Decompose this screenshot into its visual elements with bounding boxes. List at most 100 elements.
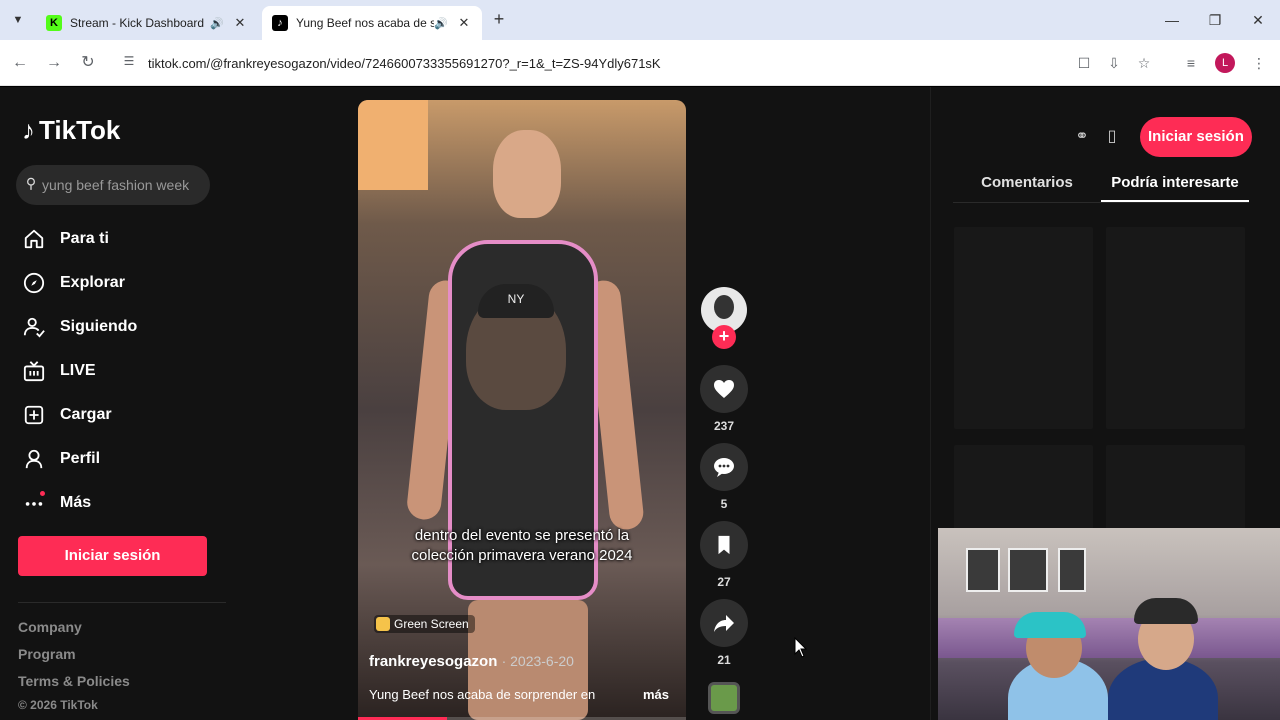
compass-small-icon[interactable]: ⚭ [1070,125,1094,149]
nav-item-mas[interactable]: Más [22,481,137,525]
search-box[interactable]: ⚲ [16,165,210,205]
close-tab-icon[interactable]: ✕ [232,15,248,31]
tiktok-icon: ♪ [272,15,288,31]
logo-text: TikTok [39,115,121,145]
nav-label: Cargar [60,406,112,423]
browser-toolbar: ← → ↻ ☰ tiktok.com/@frankreyesogazon/vid… [0,40,1280,86]
restore-icon[interactable]: ❐ [1205,10,1225,30]
nav-item-siguiendo[interactable]: Siguiendo [22,305,137,349]
bookmark-star-icon[interactable]: ☆ [1134,52,1154,74]
like-count: 237 [713,419,735,433]
video-caption: dentro del evento se presentó la colecci… [411,527,633,564]
effect-badge[interactable]: Green Screen [374,615,475,633]
login-button[interactable]: Iniciar sesión [18,536,207,576]
forward-icon[interactable]: → [44,52,64,74]
home-icon [22,227,46,251]
copyright: © 2026 TikTok [18,698,98,712]
tab-title: Yung Beef nos acaba de sor [296,16,434,30]
more-link[interactable]: más [643,687,669,702]
like-action: 237 [700,365,748,433]
green-screen-creator-face: NY [466,284,566,410]
live-icon [22,359,46,383]
video-description: Yung Beef nos acaba de sorprender en [369,687,596,702]
comment-action: 5 [700,443,748,511]
save-count: 27 [717,575,731,589]
recommended-video-card[interactable] [1106,227,1245,429]
new-tab-plus-icon[interactable]: + [490,10,508,30]
nav-label: Más [60,494,92,511]
close-tab-icon[interactable]: ✕ [456,15,472,31]
translate-icon[interactable]: ☐ [1074,52,1094,74]
kebab-menu-icon[interactable]: ⋮ [1249,52,1269,74]
mobile-app-icon[interactable]: ▯ [1100,125,1124,149]
follow-plus-icon[interactable]: + [712,325,736,349]
top-right-actions: ⚭ ▯ Iniciar sesión [1070,117,1252,157]
post-date: 2023-6-20 [510,653,574,669]
nav-label: LIVE [60,362,96,379]
recommended-video-card[interactable] [954,227,1093,429]
footer-link-program[interactable]: Program [18,646,130,673]
comment-count: 5 [720,497,728,511]
nav-item-cargar[interactable]: Cargar [22,393,137,437]
install-app-icon[interactable]: ⇩ [1104,52,1124,74]
bookmark-icon[interactable] [700,521,748,569]
effect-icon [376,617,390,631]
search-input[interactable] [42,175,206,195]
close-window-icon[interactable]: ✕ [1248,10,1268,30]
effect-label: Green Screen [394,617,469,631]
kick-icon: K [46,15,62,31]
nav-item-explorar[interactable]: Explorar [22,261,137,305]
main-nav: Para ti Explorar Siguiendo LIVE Cargar P… [22,217,137,525]
comment-icon[interactable] [700,443,748,491]
reload-icon[interactable]: ↻ [78,52,98,74]
header-login-button[interactable]: Iniciar sesión [1140,117,1252,157]
tiktok-note-icon: ♪ [22,115,35,145]
share-arrow-icon[interactable] [700,599,748,647]
left-sidebar: ♪ TikTok ⚲ Para ti Explorar [0,87,228,720]
browser-tab-bar: ▼ K Stream - Kick Dashboard 🔊 ✕ ♪ Yung B… [0,0,1280,40]
heart-icon[interactable] [700,365,748,413]
footer-link-company[interactable]: Company [18,619,130,646]
save-action: 27 [700,521,748,589]
webcam-overlay [938,528,1280,720]
site-info-icon[interactable]: ☰ [120,54,138,72]
url-text[interactable]: tiktok.com/@frankreyesogazon/video/72466… [148,56,661,71]
speaker-icon[interactable]: 🔊 [210,17,226,30]
profile-avatar[interactable]: L [1215,53,1235,73]
nav-label: Explorar [60,274,125,291]
tab-title: Stream - Kick Dashboard [70,16,205,30]
speaker-icon[interactable]: 🔊 [434,17,450,30]
nav-item-perfil[interactable]: Perfil [22,437,137,481]
nav-label: Para ti [60,230,109,247]
profile-icon [22,447,46,471]
browser-tab-kick[interactable]: K Stream - Kick Dashboard 🔊 ✕ [36,6,258,40]
nav-label: Perfil [60,450,101,467]
tab-podria-interesarte[interactable]: Podría interesarte [1101,171,1249,202]
media-queue-icon[interactable]: ≡ [1181,52,1201,74]
author-name[interactable]: frankreyesogazon [369,653,497,670]
share-count: 21 [717,653,731,667]
pip-cap: NY [478,284,554,318]
address-bar[interactable]: ☰ tiktok.com/@frankreyesogazon/video/724… [112,48,1166,78]
back-icon[interactable]: ← [10,52,30,74]
footer-links: Company Program Terms & Policies [18,619,130,700]
tab-comentarios[interactable]: Comentarios [953,171,1101,202]
tab-search-chevron-icon[interactable]: ▼ [8,10,28,30]
upload-icon [22,403,46,427]
share-action: 21 [700,599,748,667]
nav-item-live[interactable]: LIVE [22,349,137,393]
tiktok-logo[interactable]: ♪ TikTok [22,115,120,146]
notification-dot [40,491,45,496]
video-player[interactable]: NY dentro del evento se presentó la cole… [358,100,686,720]
search-icon[interactable]: ⚲ [22,175,40,193]
sidebar-divider [18,602,226,603]
panel-divider [930,87,931,720]
author-line: frankreyesogazon · 2023-6-20 [369,653,574,670]
nav-item-para-ti[interactable]: Para ti [22,217,137,261]
music-disc-thumbnail[interactable] [708,682,740,714]
footer-link-terms[interactable]: Terms & Policies [18,673,130,700]
following-icon [22,315,46,339]
browser-tab-tiktok[interactable]: ♪ Yung Beef nos acaba de sor 🔊 ✕ [262,6,482,40]
compass-icon [22,271,46,295]
minimize-icon[interactable]: — [1162,10,1182,30]
